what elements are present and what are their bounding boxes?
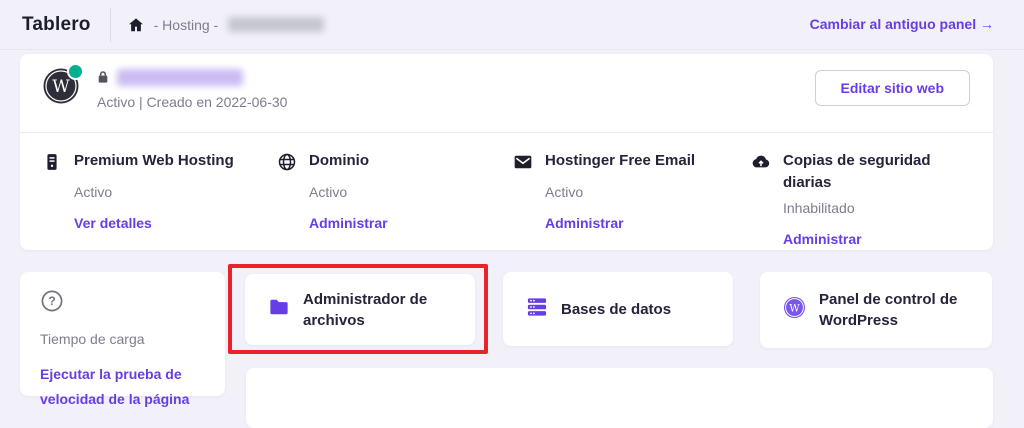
svg-text:?: ? [48, 294, 55, 308]
server-icon [42, 150, 62, 178]
run-speed-test-link[interactable]: Ejecutar la prueba de velocidad de la pá… [40, 362, 207, 411]
file-manager-label: Administrador de archivos [303, 290, 428, 329]
service-title: Dominio [309, 152, 369, 169]
file-manager-card[interactable]: Administrador de archivos [245, 274, 475, 345]
service-premium-hosting: Premium Web Hosting Activo Ver detalles [42, 150, 262, 231]
load-time-label: Tiempo de carga [40, 331, 145, 347]
service-manage-link[interactable]: Administrar [309, 215, 477, 231]
databases-card[interactable]: Bases de datos [503, 272, 733, 346]
blurred-domain-name [117, 69, 243, 86]
breadcrumb-segment: - Hosting - [153, 16, 219, 33]
database-icon [526, 297, 548, 322]
site-status-line: Activo | Creado en 2022-06-30 [97, 94, 288, 110]
question-circle-icon: ? [40, 290, 64, 317]
title-divider [109, 7, 111, 42]
service-daily-backups: Copias de seguridad diarias Inhabilitado… [751, 150, 951, 247]
service-manage-link[interactable]: Administrar [783, 231, 951, 247]
service-title: Premium Web Hosting [74, 152, 234, 169]
home-icon[interactable] [127, 16, 145, 34]
service-status: Inhabilitado [783, 200, 855, 216]
service-domain: Dominio Activo Administrar [277, 150, 477, 231]
blurred-domain-breadcrumb [228, 17, 325, 32]
edit-website-button[interactable]: Editar sitio web [814, 70, 970, 106]
service-status: Activo [74, 184, 113, 200]
lock-icon [95, 69, 111, 90]
site-active-dot [67, 63, 84, 80]
service-title: Copias de seguridad diarias [783, 152, 931, 191]
mail-icon [513, 150, 533, 178]
service-status: Activo [309, 184, 348, 200]
cloud-backup-icon [751, 150, 771, 178]
wordpress-panel-label: Panel de control de WordPress [819, 291, 958, 329]
folder-icon [268, 297, 290, 322]
wordpress-icon: W [783, 296, 806, 324]
svg-text:W: W [52, 77, 70, 97]
service-manage-link[interactable]: Administrar [545, 215, 733, 231]
service-free-email: Hostinger Free Email Activo Administrar [513, 150, 733, 231]
content-panel-partial [246, 368, 993, 428]
svg-text:W: W [789, 303, 800, 314]
load-time-card: ? Tiempo de carga Ejecutar la prueba de … [20, 272, 225, 407]
databases-label: Bases de datos [561, 300, 672, 318]
services-row: Premium Web Hosting Activo Ver detalles … [20, 132, 993, 250]
service-details-link[interactable]: Ver detalles [74, 215, 262, 231]
top-bar: Tablero - Hosting - Cambiar al antiguo p… [0, 0, 1024, 50]
service-title: Hostinger Free Email [545, 152, 696, 169]
globe-icon [277, 150, 297, 178]
page-title: Tablero [22, 13, 91, 35]
wordpress-panel-card[interactable]: W Panel de control de WordPress [760, 272, 992, 348]
site-overview-panel: W Activo | Creado en 2022-06-30 Editar s… [20, 54, 993, 250]
breadcrumb: - Hosting - [127, 16, 325, 34]
service-status: Activo [545, 184, 584, 200]
site-header: W Activo | Creado en 2022-06-30 Editar s… [20, 54, 993, 132]
switch-old-panel-link[interactable]: Cambiar al antiguo panel → [810, 0, 994, 49]
